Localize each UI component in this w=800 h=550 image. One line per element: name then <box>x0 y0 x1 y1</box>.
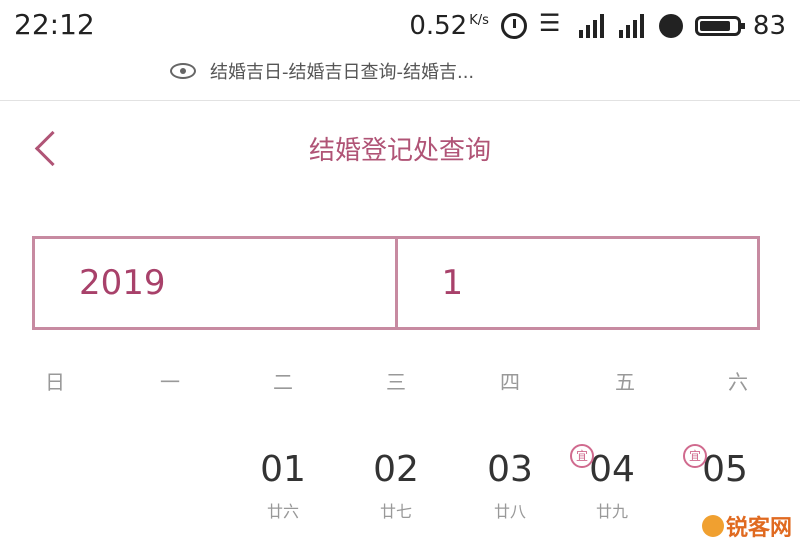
watermark-logo-icon <box>701 515 724 537</box>
auspicious-badge: 宜 <box>683 444 707 468</box>
page-title: 结婚登记处查询 <box>308 136 491 166</box>
day-number: 01 <box>260 449 306 490</box>
eye-icon <box>170 63 196 79</box>
day-lunar: 廿八 <box>493 502 526 521</box>
weekday-mon: 一 <box>160 370 180 394</box>
year-select[interactable]: 2019 <box>35 239 398 327</box>
battery-icon <box>694 16 745 36</box>
weekday-thu: 四 <box>500 370 520 394</box>
network-speed: 0.52 K/s <box>409 11 489 41</box>
day-cell[interactable]: 宜 05 <box>675 444 775 498</box>
signal-icon <box>578 14 607 38</box>
watermark-text: 锐客网 <box>725 516 792 541</box>
day-cell[interactable]: 01 廿六 <box>233 448 333 522</box>
day-lunar: 廿七 <box>379 502 412 521</box>
weekday-wed: 三 <box>386 370 406 394</box>
watermark: 锐客网 <box>701 510 792 542</box>
weekday-fri: 五 <box>615 370 635 394</box>
notification-icon <box>658 14 683 38</box>
day-cell[interactable]: 宜 04 廿九 <box>562 444 662 522</box>
weekday-row: 日 一 二 三 四 五 六 <box>0 366 800 396</box>
auspicious-badge: 宜 <box>570 444 594 468</box>
wifi-icon <box>539 9 567 39</box>
day-cell[interactable]: 02 廿七 <box>346 448 446 522</box>
day-number: 03 <box>487 449 533 490</box>
network-speed-unit: K/s <box>469 13 489 29</box>
weekday-tue: 二 <box>273 370 293 394</box>
url-text: 结婚吉日-结婚吉日查询-结婚吉... <box>210 62 475 83</box>
day-lunar: 廿六 <box>266 502 299 521</box>
alarm-icon <box>500 13 527 39</box>
signal-icon-2 <box>618 14 647 38</box>
battery-level: 83 <box>752 11 786 41</box>
header-divider <box>0 100 800 101</box>
day-number: 02 <box>373 449 419 490</box>
status-time: 22:12 <box>14 8 95 41</box>
month-select[interactable]: 1 <box>398 239 758 327</box>
date-selector: 2019 1 <box>32 236 760 330</box>
day-cell[interactable]: 03 廿八 <box>460 448 560 522</box>
weekday-sun: 日 <box>45 370 65 394</box>
url-bar[interactable]: 结婚吉日-结婚吉日查询-结婚吉... <box>170 58 474 84</box>
status-bar: 22:12 0.52K/s 83 <box>0 0 800 52</box>
status-icons: 0.52K/s 83 <box>409 8 786 44</box>
weekday-sat: 六 <box>728 370 748 394</box>
day-lunar: 廿九 <box>595 502 628 521</box>
